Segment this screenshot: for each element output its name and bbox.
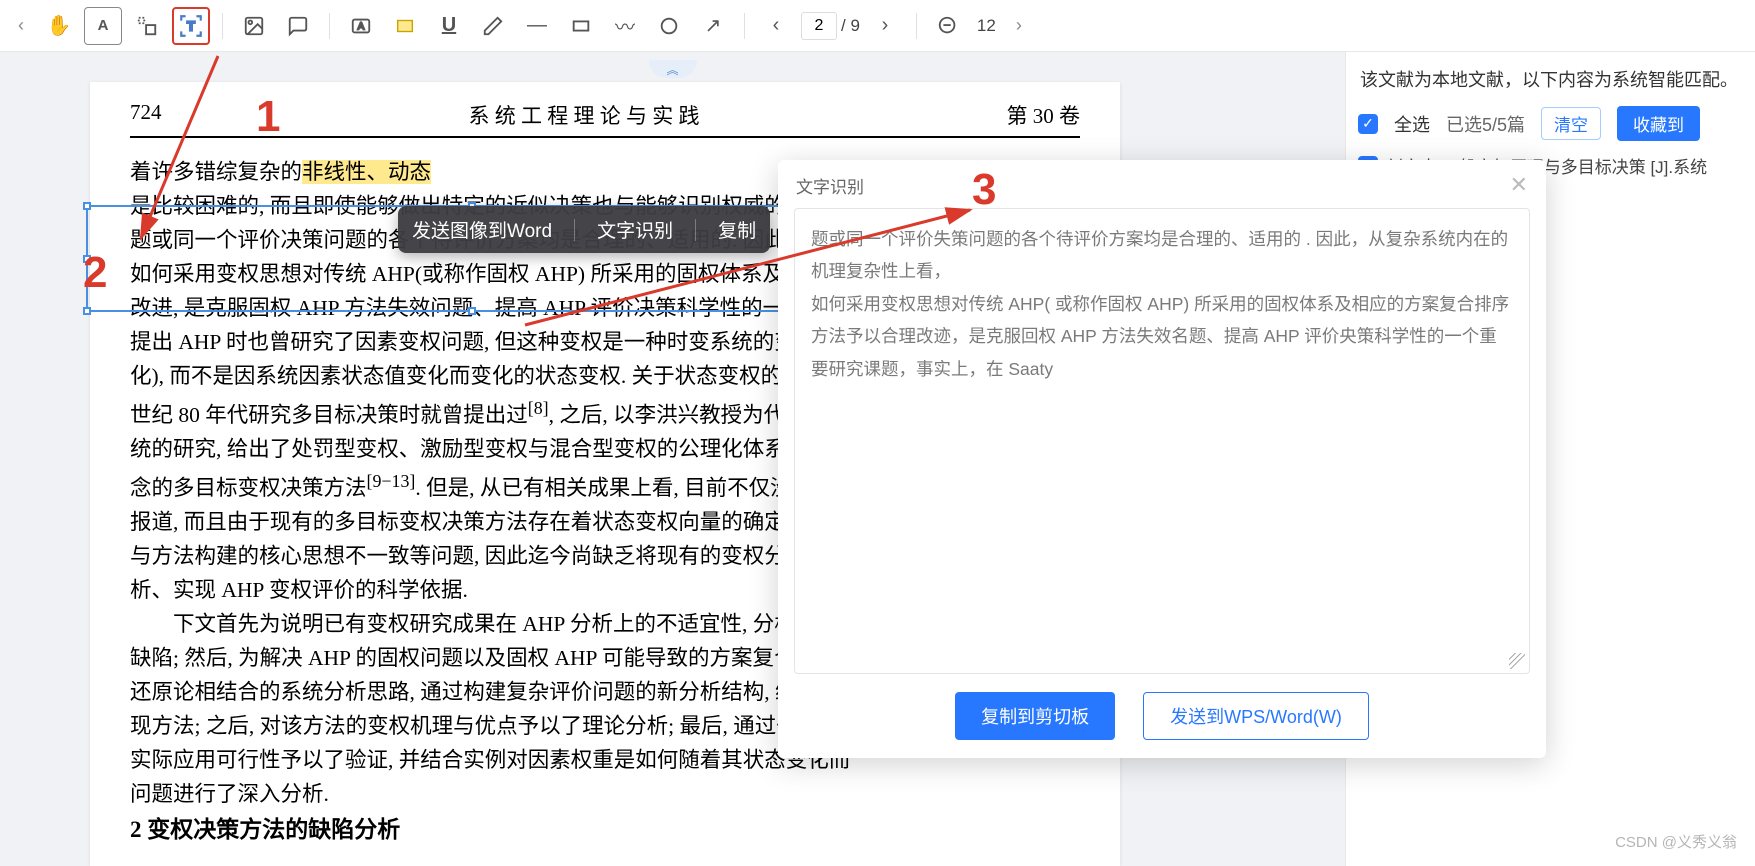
select-all-checkbox[interactable]: ✓	[1358, 114, 1378, 134]
line-tool-icon[interactable]: —	[518, 7, 556, 45]
volume-label: 第 30 卷	[1007, 100, 1081, 130]
zoom-out-icon[interactable]	[929, 7, 967, 45]
page-input[interactable]	[801, 12, 837, 40]
divider	[329, 13, 330, 39]
arrow-tool-icon[interactable]: ↗	[694, 7, 732, 45]
ctx-send-word[interactable]: 发送图像到Word	[412, 216, 552, 243]
ocr-tool-icon[interactable]: T	[172, 7, 210, 45]
journal-title: 系 统 工 程 理 论 与 实 践	[469, 100, 700, 130]
context-menu: 发送图像到Word 文字识别 复制	[398, 206, 770, 253]
ocr-paragraph: 如何采用变权思想对传统 AHP( 或称作固权 AHP) 所采用的固权体系及相应的…	[811, 288, 1513, 385]
divider	[744, 13, 745, 39]
svg-text:T: T	[187, 18, 195, 33]
favorite-button[interactable]: 收藏到	[1617, 106, 1700, 141]
copy-clipboard-button[interactable]: 复制到剪切板	[955, 692, 1115, 740]
underline-tool-icon[interactable]: U	[430, 7, 468, 45]
ocr-dialog: 文字识别 ✕ 题或同一个评价失策问题的各个待评价方案均是合理的、适用的 . 因此…	[778, 160, 1546, 758]
prev-page-icon[interactable]: ‹	[757, 7, 795, 45]
rect-tool-icon[interactable]	[562, 7, 600, 45]
next-page-icon[interactable]: ›	[866, 7, 904, 45]
textbox-tool-icon[interactable]: A	[342, 7, 380, 45]
collapse-toolbar-icon[interactable]: ︽	[649, 60, 697, 78]
highlight-tool-icon[interactable]	[386, 7, 424, 45]
circle-tool-icon[interactable]	[650, 7, 688, 45]
ocr-title: 文字识别	[796, 173, 864, 198]
ctx-ocr[interactable]: 文字识别	[597, 216, 673, 243]
svg-text:A: A	[358, 21, 365, 32]
ctx-copy[interactable]: 复制	[718, 216, 756, 243]
send-wps-word-button[interactable]: 发送到WPS/Word(W)	[1143, 692, 1369, 740]
highlighted-text: 非线性、动态	[302, 160, 431, 184]
selected-count: 已选5/5篇	[1446, 111, 1525, 137]
ocr-text-area[interactable]: 题或同一个评价失策问题的各个待评价方案均是合理的、适用的 . 因此，从复杂系统内…	[794, 208, 1530, 674]
comment-tool-icon[interactable]	[279, 7, 317, 45]
panel-notice: 该文献为本地文献，以下内容为系统智能匹配。	[1360, 66, 1741, 92]
page-total: / 9	[841, 16, 860, 36]
chevron-right-icon[interactable]: ›	[1006, 7, 1032, 45]
zoom-value: 12	[973, 16, 1000, 36]
pen-tool-icon[interactable]	[474, 7, 512, 45]
divider	[916, 13, 917, 39]
divider	[222, 13, 223, 39]
text-select-icon[interactable]: A	[84, 7, 122, 45]
ocr-paragraph: 题或同一个评价失策问题的各个待评价方案均是合理的、适用的 . 因此，从复杂系统内…	[811, 223, 1513, 288]
wave-tool-icon[interactable]: 〰	[606, 7, 644, 45]
area-select-icon[interactable]	[128, 7, 166, 45]
close-icon[interactable]: ✕	[1510, 172, 1528, 198]
select-all-label: 全选	[1394, 111, 1430, 137]
page-indicator: / 9	[801, 12, 860, 40]
clear-button[interactable]: 清空	[1541, 107, 1601, 140]
section-heading: 2 变权决策方法的缺陷分析	[130, 812, 1080, 848]
image-tool-icon[interactable]	[235, 7, 273, 45]
page-number: 724	[130, 100, 162, 130]
watermark: CSDN @义秀义翁	[1615, 831, 1737, 852]
chevron-left-icon[interactable]: ‹	[8, 7, 34, 45]
toolbar: ‹ ✋ A T A U — 〰 ↗ ‹ / 9 › 12 ›	[0, 0, 1755, 52]
hand-tool-icon[interactable]: ✋	[40, 7, 78, 45]
